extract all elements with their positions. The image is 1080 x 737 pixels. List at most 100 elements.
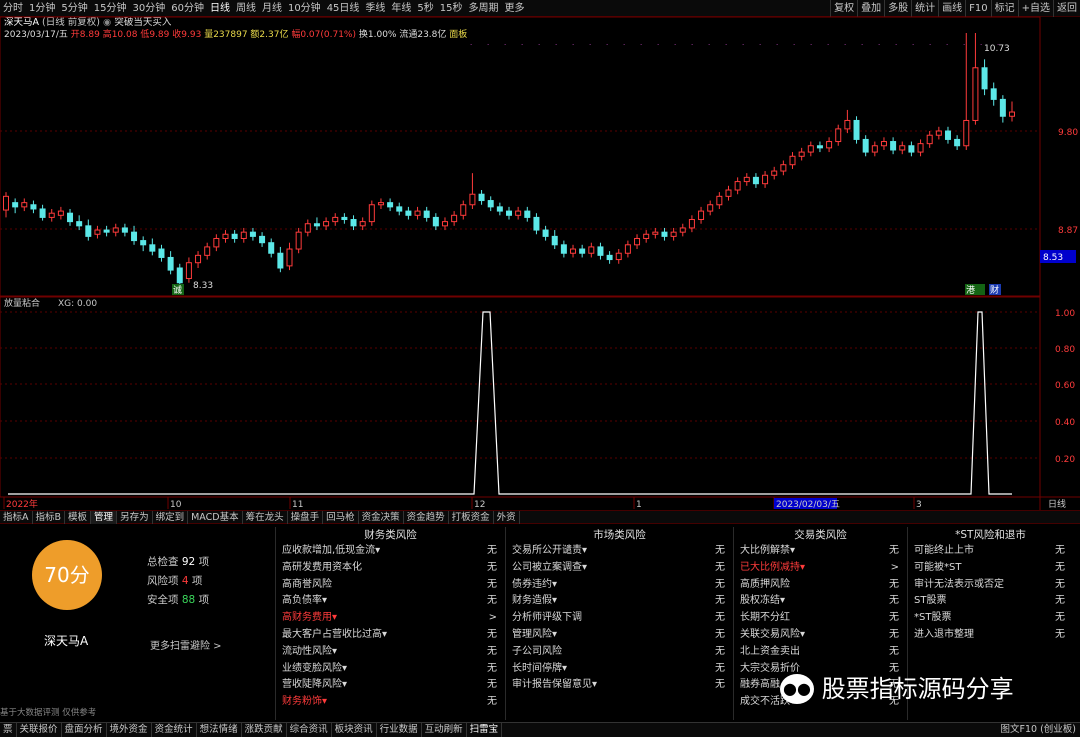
risk-item-label: 财务造假▾ [512,595,558,607]
status-tab-2[interactable]: 盘面分析 [62,723,107,737]
risk-item[interactable]: 业绩变脸风险▾ 无 [276,661,505,678]
candle [359,217,366,231]
risk-item[interactable]: 营收陡降风险▾ 无 [276,677,505,694]
candle [195,251,202,268]
kline-chart[interactable]: 9.80 8.87 8.53 · · · · · · · · · · · · · · · · · · · · · · · · · · ·… [0,0,1080,510]
risk-item[interactable]: 公司被立案调查▾ 无 [506,560,733,577]
sub-tick-label: 0.60 [1055,381,1075,391]
risk-item[interactable]: 管理风险▾ 无 [506,627,733,644]
risk-item-value: 无 [487,545,497,556]
signal-marker: · [504,41,506,49]
candle [560,240,567,258]
total-count: 92 [181,556,196,568]
risk-item-value: 无 [1055,561,1065,573]
indicator-tab-4[interactable]: 另存为 [117,511,153,524]
indicator-tab-10[interactable]: 资金决策 [359,511,404,524]
risk-item[interactable]: 流动性风险▾ 无 [276,644,505,661]
indicator-tab-9[interactable]: 回马枪 [323,511,359,524]
price-tick-label: 9.80 [1058,128,1078,138]
candle [816,141,823,153]
more-scan-link[interactable]: 更多扫雷避险 > [150,637,222,652]
risk-item[interactable]: 高质押风险 无 [734,577,907,594]
risk-item[interactable]: 财务造假▾ 无 [506,593,733,610]
status-tab-3[interactable]: 境外资金 [107,723,152,737]
risk-item-label: 流动性风险▾ [282,645,338,657]
risk-item[interactable]: 可能终止上市 无 [908,543,1073,560]
risk-item[interactable]: 最大客户占营收比过高▾ 无 [276,627,505,644]
f10-button[interactable]: 图文F10 (创业板) [1001,723,1077,737]
risk-item[interactable]: 高研发费用资本化 无 [276,560,505,577]
status-tab-6[interactable]: 涨跌贡献 [242,723,287,737]
total-unit: 项 [198,556,210,568]
risk-item-label: ST股票 [914,595,947,607]
risk-item[interactable]: 长期不分红 无 [734,610,907,627]
risk-item[interactable]: 高商誉风险 无 [276,577,505,594]
risk-item[interactable]: 进入退市整理 无 [908,627,1073,644]
status-tab-10[interactable]: 互动刷新 [422,723,467,737]
candle [112,223,119,237]
candle [981,59,988,96]
risk-item-value: 无 [889,628,899,640]
risk-item[interactable]: 审计无法表示或否定 无 [908,577,1073,594]
status-tab-5[interactable]: 想法情绪 [197,723,242,737]
indicator-tab-11[interactable]: 资金趋势 [404,511,449,524]
risk-item[interactable]: 应收款增加,低现金流▾ 无 [276,543,505,560]
candle [542,225,549,241]
signal-marker: · [589,41,591,49]
indicator-tab-7[interactable]: 筹在龙头 [243,511,288,524]
risk-item[interactable]: 股权冻结▾ 无 [734,593,907,610]
signal-marker: · [470,41,472,49]
risk-item[interactable]: ST股票 无 [908,593,1073,610]
risk-item[interactable]: 财务粉饰▾ 无 [276,694,505,711]
risk-item-value: 无 [715,679,725,691]
indicator-tab-13[interactable]: 外资 [494,511,520,524]
status-tab-11[interactable]: 扫雷宝 [467,723,503,737]
risk-column-0: 财务类风险 应收款增加,低现金流▾ 无高研发费用资本化无高商誉风险无高负债率▾ 无高财… [275,527,505,720]
risk-item[interactable]: 可能被*ST 无 [908,560,1073,577]
risk-item-value: 无 [889,612,899,624]
risk-label: 风险项 [147,575,179,587]
risk-item[interactable]: 高财务费用▾ > [276,610,505,627]
risk-item-label: 已大比例减持▾ [740,561,806,573]
risk-item[interactable]: 北上资金卖出 无 [734,644,907,661]
status-tab-9[interactable]: 行业数据 [377,723,422,737]
indicator-tab-1[interactable]: 指标B [33,511,66,524]
risk-item[interactable]: 交易所公开谴责▾ 无 [506,543,733,560]
status-tab-7[interactable]: 综合资讯 [287,723,332,737]
indicator-tab-2[interactable]: 模板 [65,511,92,524]
risk-item-label: 营收陡降风险▾ [282,679,348,691]
status-tab-1[interactable]: 关联报价 [17,723,62,737]
signal-marker: · [963,41,965,49]
candle [48,208,55,222]
risk-item-label: 关联交易风险▾ [740,628,806,640]
risk-item[interactable]: 大比例解禁▾ 无 [734,543,907,560]
candle [268,238,275,258]
risk-item-label: 子公司风险 [512,645,562,657]
risk-item[interactable]: 已大比例减持▾ > [734,560,907,577]
risk-item[interactable]: 审计报告保留意见▾ 无 [506,677,733,694]
status-tab-0[interactable]: 票 [0,723,17,737]
status-tab-4[interactable]: 资金统计 [152,723,197,737]
candle [524,206,531,222]
risk-item[interactable]: 子公司风险 无 [506,644,733,661]
indicator-tab-12[interactable]: 打板资金 [449,511,494,524]
risk-item[interactable]: 长时间停牌▾ 无 [506,661,733,678]
indicator-tab-0[interactable]: 指标A [0,511,33,524]
risk-item[interactable]: 高负债率▾ 无 [276,593,505,610]
candle [204,242,211,260]
candle [167,251,174,275]
risk-item-label: 交易所公开谴责▾ [512,545,588,556]
risk-item[interactable]: *ST股票 无 [908,610,1073,627]
status-tab-8[interactable]: 板块资讯 [332,723,377,737]
indicator-tab-5[interactable]: 绑定到 [153,511,189,524]
risk-item-value: 无 [889,595,899,607]
signal-marker: · [606,41,608,49]
risk-item[interactable]: 债券违约▾ 无 [506,577,733,594]
risk-item[interactable]: 关联交易风险▾ 无 [734,627,907,644]
indicator-tab-3[interactable]: 管理 [91,511,118,524]
date-tick-label: 12 [474,500,485,510]
indicator-tab-8[interactable]: 操盘手 [288,511,324,524]
current-price-label: 8.53 [1043,253,1063,263]
risk-item[interactable]: 分析师评级下调 无 [506,610,733,627]
indicator-tab-6[interactable]: MACD基本 [188,511,243,524]
